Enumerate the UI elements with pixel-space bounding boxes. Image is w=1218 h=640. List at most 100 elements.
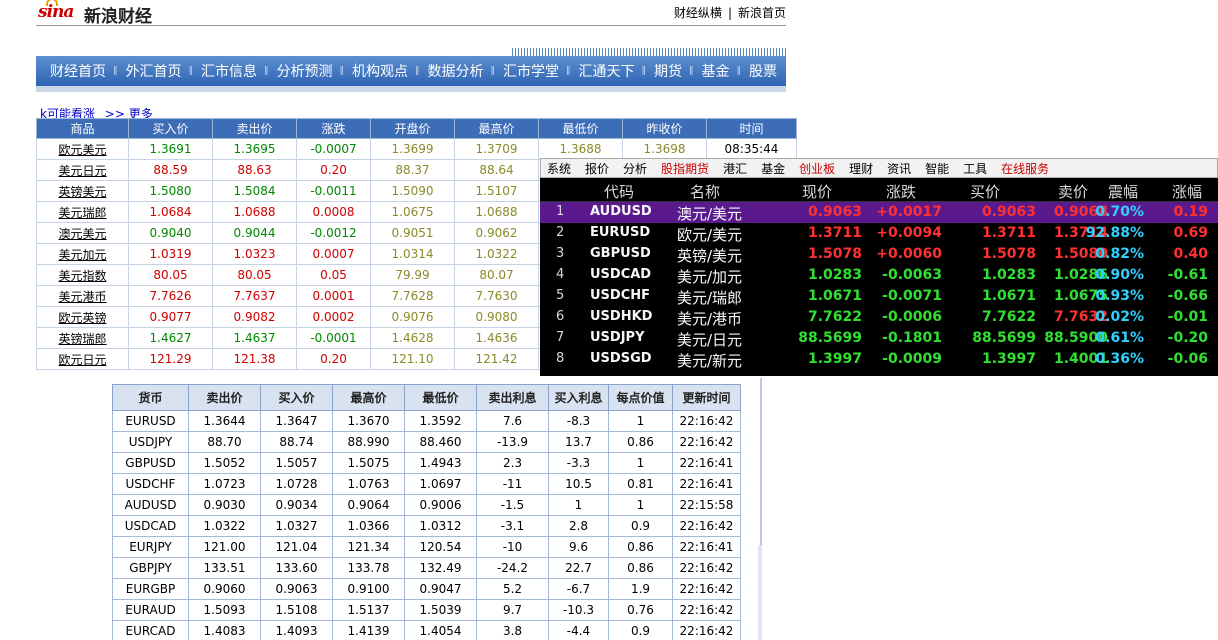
table-row[interactable]: EURUSD 1.3644 1.3647 1.3670 1.3592 7.6 -8.3 1 22… [112, 410, 741, 432]
terminal-cell-pct: -0.61 [1167, 267, 1208, 283]
cell-ask: 1.0688 [212, 201, 297, 223]
nav-item[interactable]: 股票 [749, 61, 777, 81]
rate-cell: 2.3 [476, 452, 549, 474]
table-row[interactable]: USDCAD 1.0322 1.0327 1.0366 1.0312 -3.1 2.8 0.9… [112, 515, 741, 537]
scrollbar-edge[interactable] [758, 545, 762, 640]
currency-pair-link[interactable]: 美元港币 [36, 285, 129, 307]
terminal-row[interactable]: 4 USDCAD 美元/加元 1.0283 -0.0063 1.0283 1.0286 0.9… [540, 265, 1218, 286]
rate-cell: 22:16:41 [672, 536, 741, 558]
currency-pair-link[interactable]: 美元日元 [36, 159, 129, 181]
nav-separator: ‖ [490, 66, 496, 76]
nav-separator: ‖ [188, 66, 194, 76]
terminal-menu-item[interactable]: 理财 [849, 160, 873, 177]
nav-item[interactable]: 期货 [654, 61, 682, 81]
cell-ask: 1.3695 [212, 138, 297, 160]
terminal-row[interactable]: 3 GBPUSD 英镑/美元 1.5078 +0.0060 1.5078 1.5080 0.8… [540, 244, 1218, 265]
table-row[interactable]: 欧元美元 1.3691 1.3695 -0.0007 1.3699 1.3709 1.368… [36, 138, 797, 160]
terminal-row[interactable]: 6 USDHKD 美元/港币 7.7622 -0.0006 7.7622 7.7632 0.0… [540, 307, 1218, 328]
terminal-cell-pct: 0.69 [1173, 225, 1208, 241]
currency-pair-link[interactable]: 澳元美元 [36, 222, 129, 244]
rate-cell: 88.74 [260, 431, 333, 453]
rate-cell: 132.49 [404, 557, 477, 579]
table-row[interactable]: GBPUSD 1.5052 1.5057 1.5075 1.4943 2.3 -3.3 1 22… [112, 452, 741, 474]
nav-item[interactable]: 汇市学堂 [503, 61, 559, 81]
currency-pair-link[interactable]: 欧元日元 [36, 348, 129, 370]
cell-open: 1.0314 [370, 243, 455, 265]
table-row[interactable]: EURAUD 1.5093 1.5108 1.5137 1.5039 9.7 -10.3 0.… [112, 599, 741, 621]
rate-cell: 0.76 [608, 599, 673, 621]
terminal-menu-item[interactable]: 报价 [585, 160, 609, 177]
terminal-menu-item[interactable]: 智能 [925, 160, 949, 177]
terminal-cell-pct: -0.20 [1167, 330, 1208, 346]
nav-item[interactable]: 财经首页 [50, 61, 106, 81]
rate-cell: 1.3644 [188, 410, 261, 432]
terminal-menu-item[interactable]: 在线服务 [1001, 160, 1049, 177]
nav-separator: ‖ [641, 66, 647, 76]
rate-cell: -8.3 [548, 410, 609, 432]
currency-pair-link[interactable]: 欧元美元 [36, 138, 129, 160]
table-row[interactable]: EURGBP 0.9060 0.9063 0.9100 0.9047 5.2 -6.7 1.9… [112, 578, 741, 600]
cell-bid: 80.05 [128, 264, 213, 286]
terminal-row[interactable]: 1 AUDUSD 澳元/美元 0.9063 +0.0017 0.9063 0.9068 0.7… [540, 202, 1218, 223]
table-row[interactable]: AUDUSD 0.9030 0.9034 0.9064 0.9006 -1.5 1 1 22:1… [112, 494, 741, 516]
terminal-column-header: 买价 [970, 183, 1001, 201]
terminal-row[interactable]: 5 USDCHF 美元/瑞郎 1.0671 -0.0071 1.0671 1.0675 0.9… [540, 286, 1218, 307]
cell-chg: -0.0012 [296, 222, 371, 244]
currency-pair-link[interactable]: 英镑瑞郎 [36, 327, 129, 349]
nav-item[interactable]: 数据分析 [428, 61, 484, 81]
table-row[interactable]: GBPJPY 133.51 133.60 133.78 132.49 -24.2 22.7 0… [112, 557, 741, 579]
terminal-row[interactable]: 7 USDJPY 美元/日元 88.5699 -0.1801 88.5699 88.5900… [540, 328, 1218, 349]
terminal-cell-chg: +0.0094 [876, 225, 942, 241]
rate-cell: 9.6 [548, 536, 609, 558]
currency-pair-link[interactable]: 英镑美元 [36, 180, 129, 202]
link-sina-home[interactable]: 新浪首页 [738, 6, 786, 20]
terminal-row[interactable]: 2 EURUSD 欧元/美元 1.3711 +0.0094 1.3711 1.3714 92.… [540, 223, 1218, 244]
terminal-cell-price: 1.5078 [807, 246, 862, 262]
nav-item[interactable]: 机构观点 [352, 61, 408, 81]
rate-cell: 22:16:42 [672, 410, 741, 432]
cell-low: 1.3688 [538, 138, 623, 160]
rate-cell: 7.6 [476, 410, 549, 432]
rate-cell: -3.1 [476, 515, 549, 537]
terminal-cell-code: USDCHF [590, 288, 651, 303]
nav-item[interactable]: 分析预测 [277, 61, 333, 81]
terminal-menu-item[interactable]: 基金 [761, 160, 785, 177]
table-row[interactable]: EURCAD 1.4083 1.4093 1.4139 1.4054 3.8 -4.4 0.9… [112, 620, 741, 640]
terminal-cell-code: EURUSD [590, 225, 651, 240]
terminal-menu-item[interactable]: 创业板 [799, 160, 835, 177]
currency-pair-link[interactable]: 欧元英镑 [36, 306, 129, 328]
nav-item[interactable]: 外汇首页 [126, 61, 182, 81]
terminal-menu-item[interactable]: 资讯 [887, 160, 911, 177]
nav-separator: ‖ [339, 66, 345, 76]
nav-item[interactable]: 汇通天下 [579, 61, 635, 81]
terminal-menu-item[interactable]: 分析 [623, 160, 647, 177]
nav-item[interactable]: 基金 [702, 61, 730, 81]
nav-item[interactable]: 汇市信息 [201, 61, 257, 81]
currency-pair-link[interactable]: 美元加元 [36, 243, 129, 265]
table-row[interactable]: EURJPY 121.00 121.04 121.34 120.54 -10 9.6 0.86… [112, 536, 741, 558]
currency-pair-link[interactable]: 美元指数 [36, 264, 129, 286]
rate-cell: 22:15:58 [672, 494, 741, 516]
terminal-menu-item[interactable]: 工具 [963, 160, 987, 177]
rate-cell: 1 [548, 494, 609, 516]
terminal-column-header: 卖价 [1058, 183, 1089, 201]
rate-cell: 1.0312 [404, 515, 477, 537]
terminal-menu-item[interactable]: 港汇 [723, 160, 747, 177]
terminal-menu-item[interactable]: 系统 [547, 160, 571, 177]
terminal-cell-pct: 0.40 [1173, 246, 1208, 262]
rate-cell: 22:16:42 [672, 431, 741, 453]
link-finance-portal[interactable]: 财经纵横 [674, 6, 722, 20]
rate-cell: 1.5039 [404, 599, 477, 621]
currency-pair-link[interactable]: 美元瑞郎 [36, 201, 129, 223]
cell-bid: 121.29 [128, 348, 213, 370]
rate-cell: 0.9030 [188, 494, 261, 516]
rate-cell: -4.4 [548, 620, 609, 640]
terminal-row[interactable]: 8 USDSGD 美元/新元 1.3997 -0.0009 1.3997 1.4001 0.3… [540, 349, 1218, 370]
table-row[interactable]: USDJPY 88.70 88.74 88.990 88.460 -13.9 13.7 0.8… [112, 431, 741, 453]
terminal-menu-item[interactable]: 股指期货 [661, 160, 709, 177]
currency-code: EURUSD [112, 410, 189, 432]
rate-cell: 1.3592 [404, 410, 477, 432]
cell-open: 7.7628 [370, 285, 455, 307]
table-row[interactable]: USDCHF 1.0723 1.0728 1.0763 1.0697 -11 10.5 0.8… [112, 473, 741, 495]
rate-column-header: 卖出价 [188, 384, 261, 411]
